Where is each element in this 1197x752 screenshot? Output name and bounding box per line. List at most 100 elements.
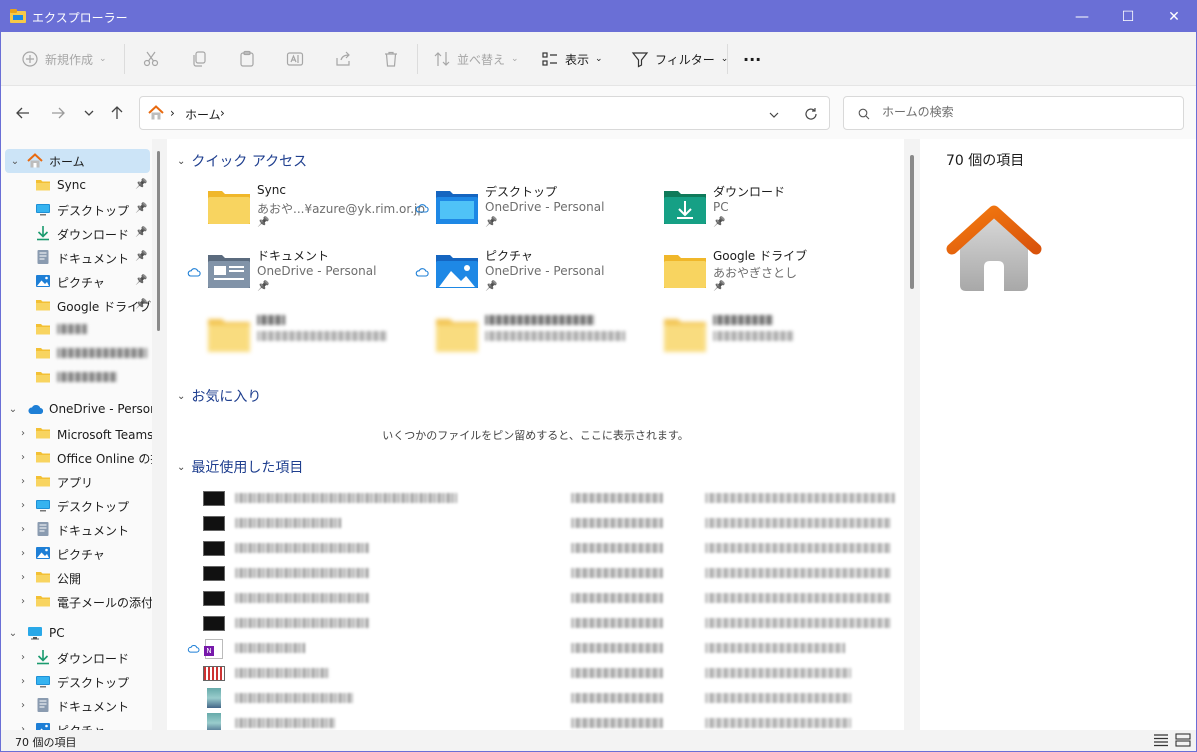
minimize-button[interactable]: — <box>1059 1 1105 32</box>
sidebar-item-onedrive-child[interactable]: › ドキュメント <box>1 517 152 541</box>
share-button[interactable] <box>334 46 352 72</box>
sidebar-item-pc-child[interactable]: › ダウンロード <box>1 645 152 669</box>
sort-button[interactable]: 並べ替え ⌄ <box>433 46 519 72</box>
new-button[interactable]: 新規作成 ⌄ <box>21 46 107 72</box>
sidebar-item-pc-child[interactable]: › ピクチャ <box>1 717 152 730</box>
chevron-right-icon[interactable]: › <box>17 547 29 559</box>
up-button[interactable] <box>107 103 127 123</box>
quick-access-header[interactable]: ⌄ クイック アクセス <box>177 151 307 171</box>
recent-item-row[interactable] <box>203 587 893 611</box>
sidebar-item-redacted[interactable] <box>1 365 152 389</box>
chevron-right-icon[interactable]: › <box>17 523 29 535</box>
search-box[interactable] <box>843 96 1184 130</box>
cloud-status-icon <box>187 268 201 277</box>
download-icon <box>664 191 706 224</box>
quick-access-item-redacted[interactable] <box>207 311 427 365</box>
chevron-right-icon[interactable]: › <box>17 675 29 687</box>
chevron-right-icon[interactable]: › <box>17 451 29 463</box>
quick-access-item[interactable]: デスクトップ OneDrive - Personal 📌 <box>415 183 655 237</box>
address-bar[interactable]: › ホーム › <box>139 96 830 130</box>
paste-button[interactable] <box>238 46 256 72</box>
recent-locations-button[interactable] <box>79 103 99 123</box>
cut-button[interactable] <box>142 46 160 72</box>
sidebar-item-home[interactable]: ⌄ ホーム <box>5 149 150 173</box>
sidebar-item-redacted[interactable] <box>1 317 152 341</box>
quick-access-item[interactable]: Sync あおや...¥azure@yk.rim.or.jp 📌 <box>207 183 427 237</box>
recent-item-row[interactable] <box>203 537 893 561</box>
quick-access-item[interactable]: ピクチャ OneDrive - Personal 📌 <box>415 247 655 301</box>
sidebar-item-quick[interactable]: ピクチャ 📌 <box>1 269 152 293</box>
sidebar-item-redacted[interactable] <box>1 341 152 365</box>
sidebar-item-onedrive-child[interactable]: › 公開 <box>1 565 152 589</box>
recent-item-row[interactable] <box>203 612 893 636</box>
chevron-right-icon[interactable]: › <box>17 499 29 511</box>
chevron-down-icon[interactable]: ⌄ <box>7 627 19 639</box>
tiles-view-icon[interactable] <box>1175 733 1191 747</box>
recent-item-row[interactable] <box>203 662 893 686</box>
chevron-right-icon[interactable]: › <box>17 723 29 731</box>
sidebar-item-quick[interactable]: Sync 📌 <box>1 173 152 197</box>
close-button[interactable]: ✕ <box>1151 1 1197 32</box>
redacted-label <box>713 331 793 341</box>
details-view-icon[interactable] <box>1153 733 1169 747</box>
scrollbar-thumb[interactable] <box>910 155 914 289</box>
sidebar-item-pc[interactable]: ⌄ PC <box>1 621 152 645</box>
sidebar-item-quick[interactable]: Google ドライブ 📌 <box>1 293 152 317</box>
sidebar-item-onedrive-child[interactable]: › Microsoft Teams チャット ファイル <box>1 421 152 445</box>
redacted-location <box>705 568 891 578</box>
sidebar-item-pc-child[interactable]: › デスクトップ <box>1 669 152 693</box>
rename-button[interactable] <box>286 46 304 72</box>
file-thumbnail <box>203 491 225 506</box>
chevron-right-icon[interactable]: › <box>17 699 29 711</box>
sidebar-item-quick[interactable]: ドキュメント 📌 <box>1 245 152 269</box>
chevron-right-icon[interactable]: › <box>17 571 29 583</box>
toolbar-divider <box>417 44 418 74</box>
chevron-right-icon[interactable]: › <box>17 595 29 607</box>
maximize-button[interactable]: ☐ <box>1105 1 1151 32</box>
recent-item-row[interactable] <box>203 487 895 511</box>
quick-access-item-redacted[interactable] <box>435 311 655 365</box>
forward-button[interactable] <box>48 103 68 123</box>
quick-access-item[interactable]: ダウンロード PC 📌 <box>663 183 883 237</box>
sidebar-item-pc-child[interactable]: › ドキュメント <box>1 693 152 717</box>
chevron-right-icon[interactable]: › <box>17 651 29 663</box>
more-options-button[interactable]: ··· <box>743 46 761 72</box>
search-input[interactable] <box>882 105 1172 119</box>
recent-item-row[interactable] <box>203 562 893 586</box>
recent-item-row[interactable]: N <box>187 637 893 661</box>
chevron-down-icon: ⌄ <box>511 54 519 64</box>
breadcrumb-home[interactable]: ホーム <box>185 106 221 123</box>
item-name: Google ドライブ <box>713 249 808 263</box>
recent-header[interactable]: ⌄ 最近使用した項目 <box>177 457 303 477</box>
chevron-right-icon[interactable]: › <box>17 475 29 487</box>
chevron-down-icon[interactable]: ⌄ <box>7 403 19 415</box>
sidebar-item-quick[interactable]: ダウンロード 📌 <box>1 221 152 245</box>
quick-access-item-redacted[interactable] <box>663 311 883 365</box>
filter-button[interactable]: フィルター ⌄ <box>631 46 728 72</box>
chevron-down-icon[interactable]: ⌄ <box>9 155 21 167</box>
copy-button[interactable] <box>190 46 208 72</box>
view-button[interactable]: 表示 ⌄ <box>541 46 603 72</box>
sidebar-item-onedrive-child[interactable]: › Office Online の拡張機能 <box>1 445 152 469</box>
chevron-down-icon[interactable] <box>768 109 780 121</box>
favorites-header[interactable]: ⌄ お気に入り <box>177 386 261 406</box>
recent-item-row[interactable] <box>203 687 893 711</box>
content-scrollbar[interactable] <box>904 139 920 730</box>
sidebar-item-label: ダウンロード <box>57 652 130 666</box>
refresh-icon[interactable] <box>804 107 818 121</box>
sidebar-item-onedrive-child[interactable]: › デスクトップ <box>1 493 152 517</box>
chevron-right-icon[interactable]: › <box>17 427 29 439</box>
delete-button[interactable] <box>382 46 400 72</box>
recent-item-row[interactable] <box>203 712 893 730</box>
sidebar-scrollbar[interactable] <box>157 151 160 331</box>
back-button[interactable] <box>13 103 33 123</box>
sidebar-item-quick[interactable]: デスクトップ 📌 <box>1 197 152 221</box>
sidebar-item-label: ドキュメント <box>57 252 130 266</box>
sidebar-item-onedrive[interactable]: ⌄ OneDrive - Personal <box>1 397 152 421</box>
recent-item-row[interactable] <box>203 512 893 536</box>
quick-access-item[interactable]: ドキュメント OneDrive - Personal 📌 <box>187 247 427 301</box>
sidebar-item-onedrive-child[interactable]: › 電子メールの添付ファイル <box>1 589 152 613</box>
quick-access-item[interactable]: Google ドライブ あおやぎさとし 📌 <box>663 247 883 301</box>
sidebar-item-onedrive-child[interactable]: › ピクチャ <box>1 541 152 565</box>
sidebar-item-onedrive-child[interactable]: › アプリ <box>1 469 152 493</box>
